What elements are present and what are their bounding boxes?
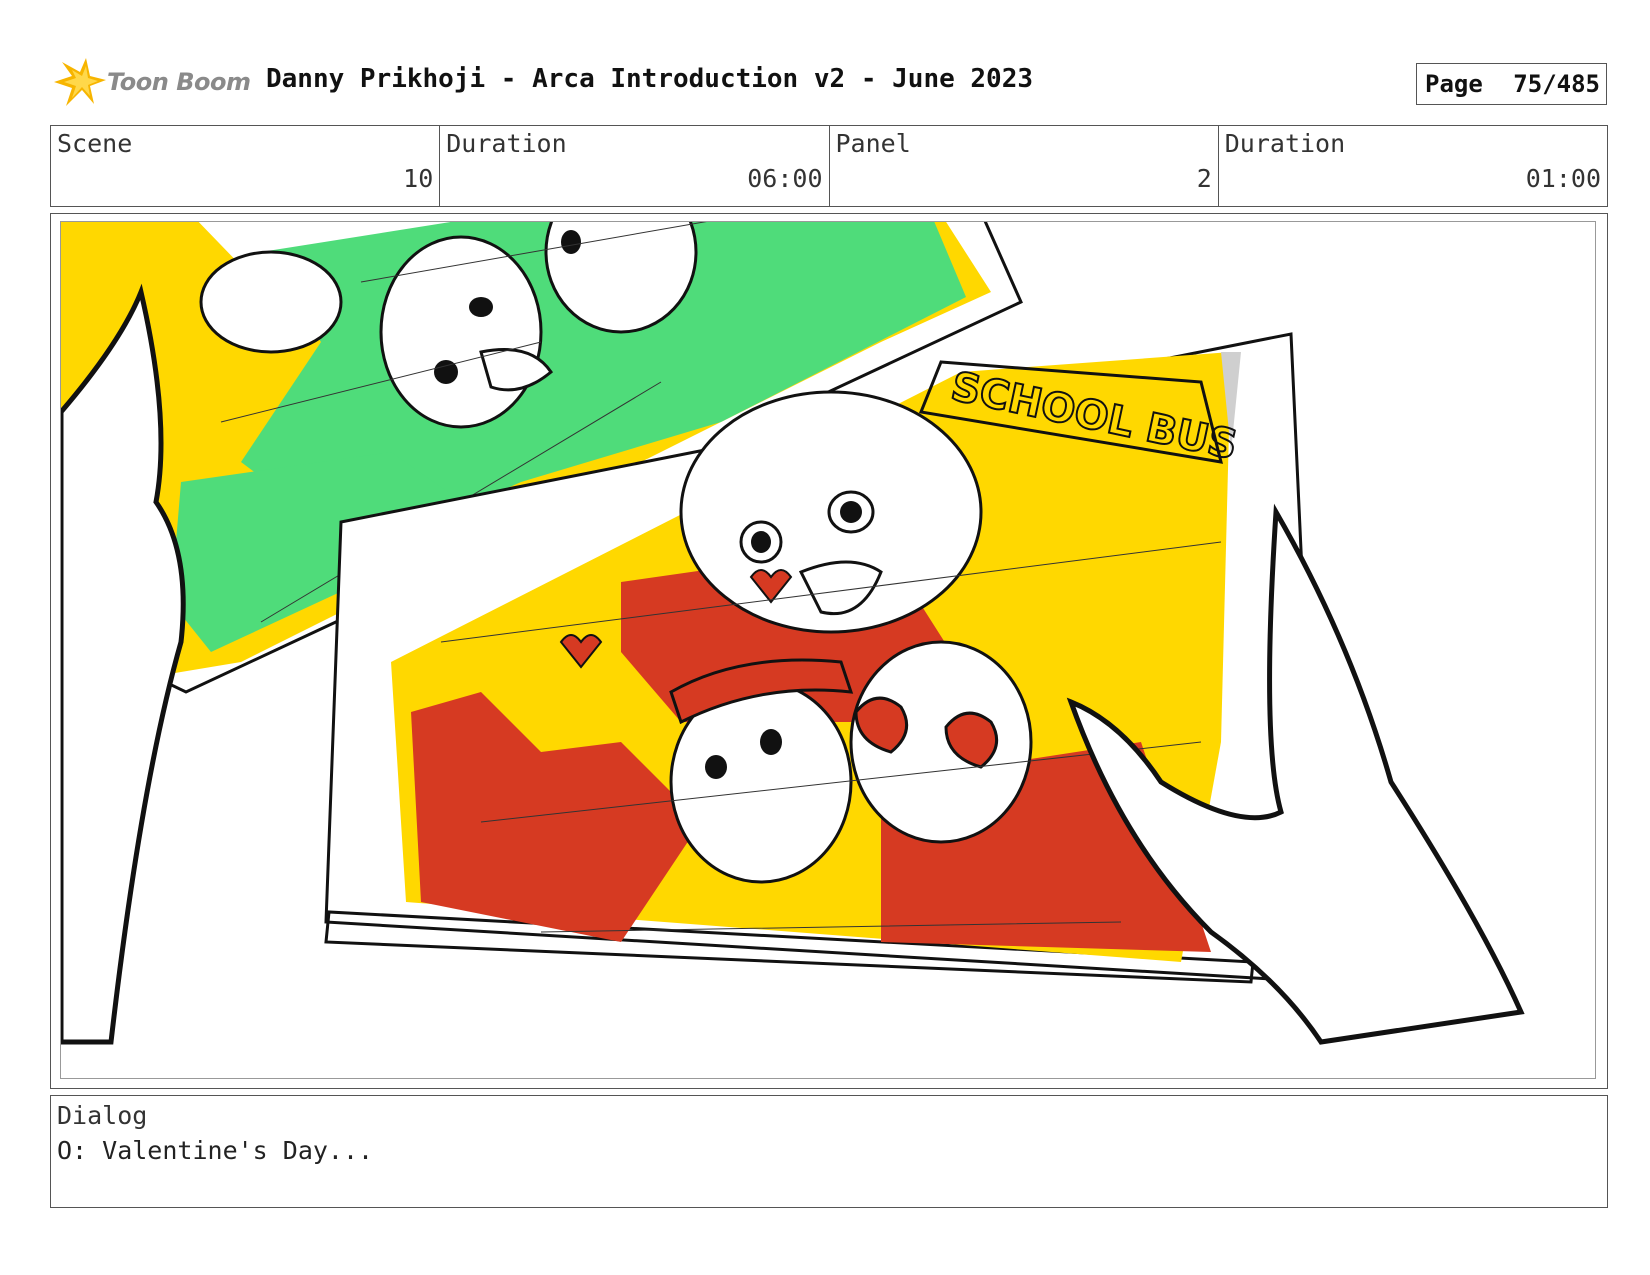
panel-label: Panel — [835, 129, 911, 158]
panel-value: 2 — [1196, 164, 1212, 193]
scene-label: Scene — [57, 129, 133, 158]
scene-value: 10 — [403, 164, 434, 193]
panel-duration-value: 01:00 — [1525, 164, 1601, 193]
toon-boom-star-icon — [54, 58, 106, 106]
scene-duration-label: Duration — [446, 129, 567, 158]
logo-text: Toon Boom — [107, 68, 251, 96]
panel-info-row: Scene 10 Duration 06:00 Panel 2 Duration… — [50, 125, 1608, 207]
panel-cell: Panel 2 — [830, 126, 1219, 206]
scene-cell: Scene 10 — [51, 126, 441, 206]
dialog-box: Dialog O: Valentine's Day... — [50, 1095, 1608, 1208]
panel-duration-cell: Duration 01:00 — [1219, 126, 1607, 206]
page-indicator: Page 75/485 — [1416, 63, 1607, 105]
scene-duration-cell: Duration 06:00 — [440, 126, 830, 206]
page-title: Danny Prikhoji - Arca Introduction v2 - … — [266, 64, 1034, 94]
dialog-text: O: Valentine's Day... — [57, 1136, 374, 1165]
storyboard-panel-frame: SCHOOL BUS — [50, 213, 1608, 1089]
toon-boom-logo: Toon Boom — [52, 56, 252, 112]
scene-duration-value: 06:00 — [747, 164, 823, 193]
storyboard-sketch: SCHOOL BUS — [61, 222, 1525, 1045]
panel-duration-label: Duration — [1224, 129, 1346, 158]
page-number: 75/485 — [1513, 70, 1600, 98]
dialog-label: Dialog — [57, 1101, 148, 1130]
storyboard-panel-image: SCHOOL BUS — [60, 221, 1596, 1079]
page-label: Page — [1425, 70, 1483, 98]
